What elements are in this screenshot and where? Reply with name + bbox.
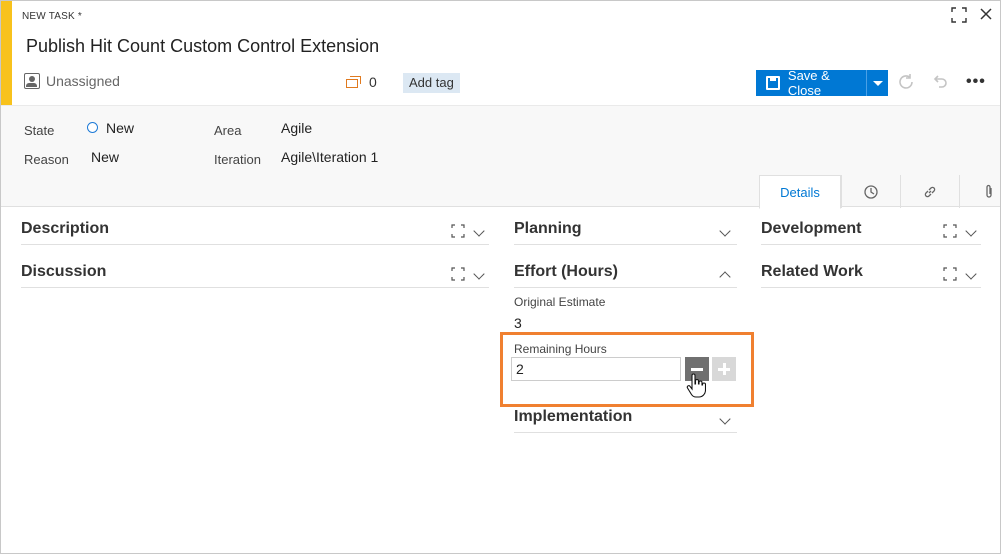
undo-icon[interactable] [930, 73, 950, 93]
work-item-title[interactable]: Publish Hit Count Custom Control Extensi… [26, 36, 379, 57]
state-value[interactable]: New [106, 120, 134, 136]
iteration-value[interactable]: Agile\Iteration 1 [281, 149, 378, 165]
reason-value[interactable]: New [91, 149, 119, 165]
refresh-icon[interactable] [896, 73, 916, 93]
comment-count: 0 [369, 74, 377, 90]
save-close-label: Save & Close [787, 68, 830, 98]
link-icon[interactable] [900, 175, 959, 208]
comments-count[interactable]: 0 [346, 74, 377, 90]
more-actions-icon[interactable]: ••• [966, 73, 986, 91]
avatar-icon [24, 73, 40, 89]
chevron-down-icon[interactable] [473, 268, 485, 280]
original-estimate-value[interactable]: 3 [514, 315, 522, 331]
maximize-icon[interactable] [950, 7, 968, 25]
discussion-section-title[interactable]: Discussion [21, 263, 106, 281]
iteration-label: Iteration [214, 152, 261, 167]
state-label: State [24, 123, 55, 138]
development-section-title[interactable]: Development [761, 220, 861, 238]
assigned-to[interactable]: Unassigned [24, 73, 120, 89]
chevron-down-icon[interactable] [965, 268, 977, 280]
add-tag-button[interactable]: Add tag [403, 73, 460, 93]
work-item-form: NEW TASK * Publish Hit Count Custom Cont… [0, 0, 1001, 554]
chevron-down-icon[interactable] [965, 225, 977, 237]
maximize-section-icon[interactable] [451, 224, 465, 241]
assigned-to-label: Unassigned [46, 73, 120, 89]
save-options-dropdown[interactable] [867, 70, 888, 96]
area-value[interactable]: Agile [281, 120, 312, 136]
maximize-section-icon[interactable] [943, 224, 957, 241]
attachment-icon[interactable] [959, 175, 1001, 208]
state-indicator-icon [87, 122, 98, 133]
callout-highlight [500, 332, 754, 407]
close-icon[interactable] [977, 7, 995, 25]
fields-panel: State New Reason New Area Agile Iteratio… [1, 105, 1001, 209]
hand-cursor-icon [686, 373, 707, 404]
chevron-up-icon[interactable] [719, 271, 731, 283]
chevron-down-icon[interactable] [719, 413, 731, 425]
implementation-section-title[interactable]: Implementation [514, 408, 632, 426]
save-close-button[interactable]: Save & Close [756, 68, 888, 98]
page-tabs: Details [759, 175, 1001, 209]
reason-label: Reason [24, 152, 69, 167]
area-label: Area [214, 123, 242, 138]
history-icon[interactable] [841, 175, 900, 208]
comment-icon [346, 75, 361, 89]
effort-section-title[interactable]: Effort (Hours) [514, 263, 618, 281]
chevron-down-icon[interactable] [473, 225, 485, 237]
related-work-section-title[interactable]: Related Work [761, 263, 863, 281]
save-icon [766, 76, 780, 90]
planning-section-title[interactable]: Planning [514, 220, 582, 238]
chevron-down-icon[interactable] [719, 225, 731, 237]
header: NEW TASK * Publish Hit Count Custom Cont… [1, 1, 1000, 105]
work-item-type: NEW TASK * [22, 11, 82, 22]
maximize-section-icon[interactable] [451, 267, 465, 284]
maximize-section-icon[interactable] [943, 267, 957, 284]
original-estimate-label: Original Estimate [514, 295, 606, 309]
tab-details[interactable]: Details [759, 175, 841, 209]
description-section-title[interactable]: Description [21, 220, 109, 238]
